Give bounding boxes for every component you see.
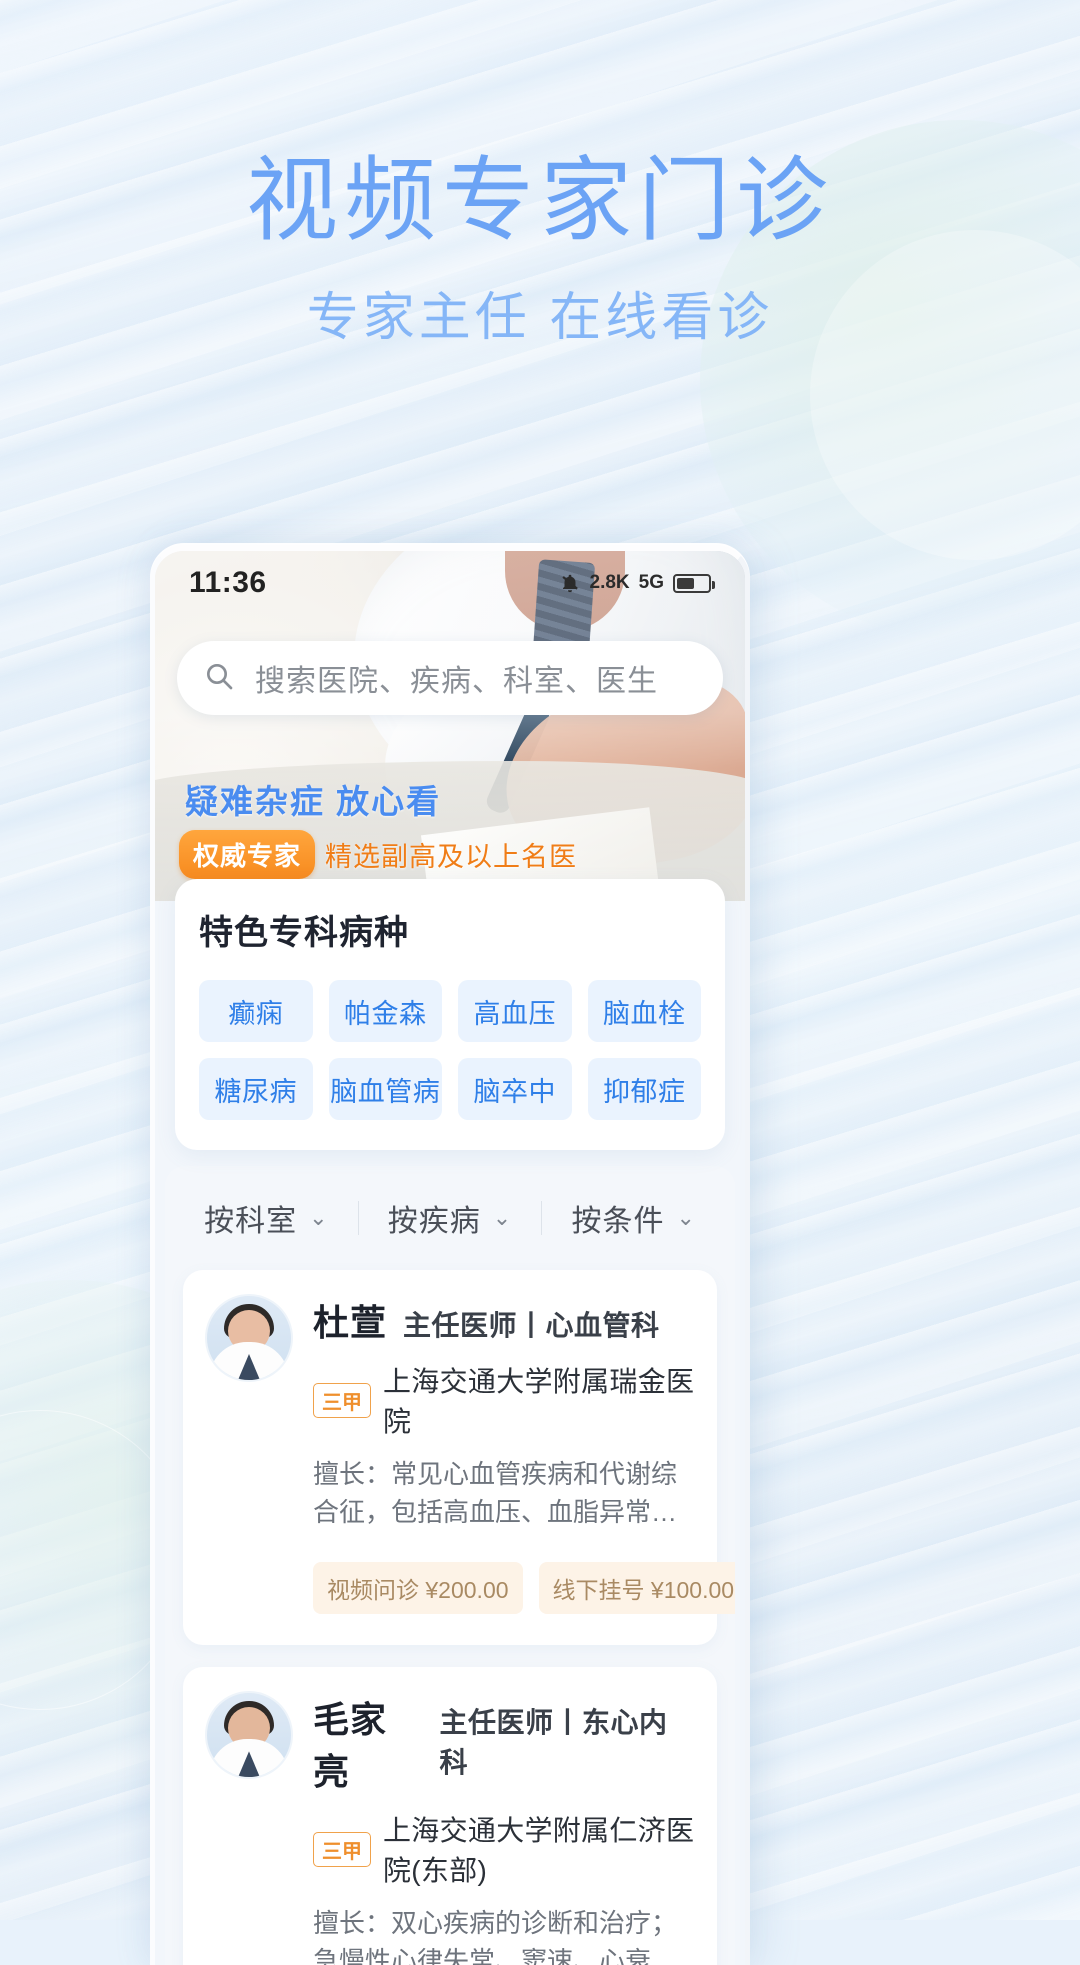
doctor-list-panel: 按科室 ⌄ 按疾病 ⌄ 按条件 ⌄ 杜萱 主任医师丨心血管科 三甲 上海交通大学… (165, 1166, 735, 1965)
search-icon (203, 660, 235, 697)
page-subtitle: 专家主任 在线看诊 (306, 289, 774, 348)
doctor-hospital-row: 三甲 上海交通大学附属仁济医院(东部) (313, 1809, 695, 1889)
status-network: 5G (638, 572, 664, 593)
doctor-name: 杜萱 (313, 1302, 388, 1343)
chevron-down-icon: ⌄ (676, 1205, 696, 1230)
doctor-hospital: 上海交通大学附属瑞金医院 (383, 1366, 695, 1437)
doctor-info: 杜萱 主任医师丨心血管科 三甲 上海交通大学附属瑞金医院 擅长：常见心血管疾病和… (313, 1294, 735, 1623)
specialty-chip[interactable]: 癫痫 (199, 980, 313, 1042)
specialty-chip[interactable]: 脑血管病 (328, 1058, 442, 1120)
banner-badge-text: 精选副高及以上名医 (325, 842, 578, 872)
status-data-rate: 2.8K (589, 572, 630, 593)
status-time: 11:36 (189, 566, 267, 599)
specialty-chip[interactable]: 抑郁症 (587, 1058, 701, 1120)
doctor-heading: 毛家亮 主任医师丨东心内科 (313, 1691, 695, 1795)
filter-condition[interactable]: 按条件 ⌄ (542, 1196, 725, 1240)
filter-disease[interactable]: 按疾病 ⌄ (359, 1196, 542, 1240)
bell-off-icon (559, 572, 581, 594)
battery-icon (673, 573, 715, 593)
specialty-card: 特色专科病种 癫痫 帕金森 高血压 脑血栓 糖尿病 脑血管病 脑卒中 抑郁症 (175, 879, 725, 1150)
hero-banner-image: 11:36 2.8K 5G 搜索医院、疾病、科室、医生 疑难杂症 放心看 权威专… (155, 551, 745, 901)
doctor-hospital: 上海交通大学附属仁济医院(东部) (383, 1815, 695, 1887)
filter-label: 按条件 (571, 1205, 665, 1238)
phone-mockup: 11:36 2.8K 5G 搜索医院、疾病、科室、医生 疑难杂症 放心看 权威专… (150, 545, 750, 1965)
specialty-chip[interactable]: 脑卒中 (458, 1058, 572, 1120)
status-icons: 2.8K 5G (559, 572, 715, 594)
hero-section: 视频专家门诊 专家主任 在线看诊 (0, 150, 1080, 350)
banner-badge: 权威专家 (179, 830, 316, 879)
chevron-down-icon: ⌄ (492, 1205, 513, 1230)
search-input[interactable]: 搜索医院、疾病、科室、医生 (177, 641, 723, 715)
phone-screen: 11:36 2.8K 5G 搜索医院、疾病、科室、医生 疑难杂症 放心看 权威专… (155, 551, 745, 1965)
specialty-chip[interactable]: 高血压 (458, 980, 572, 1042)
filter-label: 按科室 (204, 1205, 298, 1238)
doctor-title-department: 主任医师丨东心内科 (439, 1707, 668, 1779)
doctor-description: 擅长：双心疾病的诊断和治疗；急慢性心律失常、窦速、心衰的心脏起搏器治疗，心脏神… (313, 1908, 678, 1965)
search-placeholder: 搜索医院、疾病、科室、医生 (255, 665, 658, 698)
page-title: 视频专家门诊 (245, 150, 834, 252)
specialty-chip[interactable]: 糖尿病 (199, 1058, 313, 1120)
price-offline: 线下挂号 ¥100.00 (538, 1562, 735, 1615)
doctor-name: 毛家亮 (313, 1699, 388, 1793)
doctor-card[interactable]: 杜萱 主任医师丨心血管科 三甲 上海交通大学附属瑞金医院 擅长：常见心血管疾病和… (183, 1270, 735, 1646)
banner-headline: 疑难杂症 放心看 (185, 783, 442, 820)
status-badge: 三甲 (313, 1382, 371, 1418)
doctor-footer: 视频问诊 ¥200.00 线下挂号 ¥100.00 预约 (313, 1553, 735, 1623)
status-bar: 11:36 2.8K 5G (155, 551, 745, 615)
doctor-description: 擅长：常见心血管疾病和代谢综合征，包括高血压、血脂异常、糖尿病，冠心病、心律失… (313, 1459, 678, 1527)
specialty-chip-list: 癫痫 帕金森 高血压 脑血栓 糖尿病 脑血管病 脑卒中 抑郁症 (199, 980, 701, 1120)
doctor-heading: 杜萱 主任医师丨心血管科 (313, 1294, 695, 1346)
status-badge: 三甲 (313, 1831, 371, 1867)
specialty-chip[interactable]: 脑血栓 (587, 980, 701, 1042)
doctor-title-department: 主任医师丨心血管科 (403, 1310, 660, 1341)
avatar (205, 1691, 293, 1780)
filter-department[interactable]: 按科室 ⌄ (175, 1196, 358, 1240)
banner-badge-row: 权威专家 精选副高及以上名医 (179, 830, 577, 879)
filter-label: 按疾病 (387, 1205, 481, 1238)
specialty-title: 特色专科病种 (199, 914, 409, 952)
avatar (205, 1294, 293, 1382)
chevron-down-icon: ⌄ (309, 1205, 329, 1230)
doctor-hospital-row: 三甲 上海交通大学附属瑞金医院 (313, 1360, 695, 1440)
doctor-info: 毛家亮 主任医师丨东心内科 三甲 上海交通大学附属仁济医院(东部) 擅长：双心疾… (313, 1691, 695, 1965)
price-video: 视频问诊 ¥200.00 (313, 1562, 523, 1615)
doctor-card[interactable]: 毛家亮 主任医师丨东心内科 三甲 上海交通大学附属仁济医院(东部) 擅长：双心疾… (183, 1667, 717, 1965)
specialty-chip[interactable]: 帕金森 (328, 980, 442, 1042)
filter-bar: 按科室 ⌄ 按疾病 ⌄ 按条件 ⌄ (165, 1166, 735, 1270)
